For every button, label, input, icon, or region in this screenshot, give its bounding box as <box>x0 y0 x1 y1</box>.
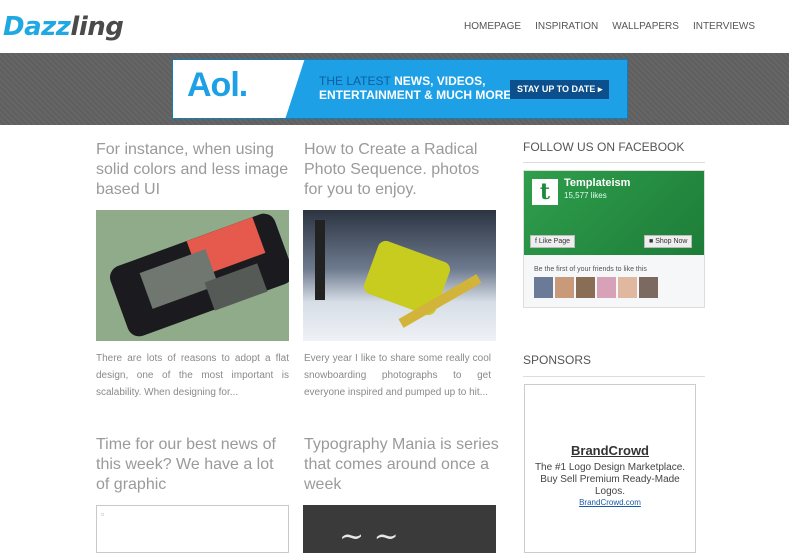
facebook-page-widget[interactable]: t Templateism 15,577 likes f Like Page ■… <box>523 170 705 308</box>
fb-like-label: Like Page <box>538 238 571 245</box>
banner-line1: NEWS, VIDEOS, <box>390 74 486 88</box>
avatar[interactable] <box>618 277 637 298</box>
lift-tower-shape <box>315 220 325 300</box>
avatar[interactable] <box>534 277 553 298</box>
avatar[interactable] <box>576 277 595 298</box>
nav-inspiration[interactable]: INSPIRATION <box>535 21 598 32</box>
nav-interviews[interactable]: INTERVIEWS <box>693 21 755 32</box>
post-image-4[interactable]: ~ ~ <box>303 505 496 553</box>
sponsor-link[interactable]: BrandCrowd.com <box>525 498 695 507</box>
post-title-1[interactable]: For instance, when using solid colors an… <box>96 140 291 200</box>
typography-art: ~ ~ <box>339 519 399 553</box>
fb-page-name[interactable]: Templateism <box>564 177 630 189</box>
fb-like-button[interactable]: f Like Page <box>530 235 576 248</box>
post-excerpt-2: Every year I like to share some really c… <box>304 353 491 398</box>
sponsor-description: The #1 Logo Design Marketplace. Buy Sell… <box>534 462 686 497</box>
avatar[interactable] <box>597 277 616 298</box>
nav-wallpapers[interactable]: WALLPAPERS <box>612 21 679 32</box>
fb-friend-avatars <box>534 277 658 298</box>
logo-part-1: Dazz <box>3 12 71 42</box>
facebook-widget-title: FOLLOW US ON FACEBOOK <box>523 140 685 154</box>
site-header: Dazzling HOMEPAGE INSPIRATION WALLPAPERS… <box>0 0 789 53</box>
site-logo[interactable]: Dazzling <box>3 12 124 42</box>
nav-homepage[interactable]: HOMEPAGE <box>464 21 521 32</box>
post-image-3[interactable]: ▫ <box>96 505 289 553</box>
banner-cta-button[interactable]: STAY UP TO DATE ▸ <box>510 80 610 99</box>
sponsor-ad[interactable]: BrandCrowd The #1 Logo Design Marketplac… <box>524 384 696 553</box>
fb-shop-label: Shop Now <box>655 238 688 245</box>
fb-like-count: 15,577 likes <box>564 191 607 200</box>
post-excerpt-1: There are lots of reasons to adopt a fla… <box>96 353 289 398</box>
ad-band: Aol. THE LATEST NEWS, VIDEOS, ENTERTAINM… <box>0 53 789 125</box>
broken-image-icon: ▫ <box>101 509 105 519</box>
divider <box>523 376 705 377</box>
fb-shop-button[interactable]: ■ Shop Now <box>644 235 693 248</box>
avatar[interactable] <box>555 277 574 298</box>
logo-part-2: ling <box>70 12 124 42</box>
avatar[interactable] <box>639 277 658 298</box>
fb-cover-image: t Templateism 15,577 likes f Like Page ■… <box>524 171 704 255</box>
aol-logo: Aol. <box>187 66 248 104</box>
banner-lead: THE LATEST <box>319 74 391 88</box>
fb-friends-text: Be the first of your friends to like thi… <box>534 266 647 273</box>
templateism-logo-icon: t <box>532 179 558 205</box>
sponsor-name[interactable]: BrandCrowd <box>525 443 695 458</box>
post-image-1[interactable] <box>96 210 289 341</box>
post-title-2[interactable]: How to Create a Radical Photo Sequence. … <box>304 140 499 200</box>
divider <box>523 162 705 163</box>
banner-headline: THE LATEST NEWS, VIDEOS, ENTERTAINMENT &… <box>319 74 511 102</box>
post-image-2[interactable] <box>303 210 496 341</box>
banner-line2: ENTERTAINMENT & MUCH MORE <box>319 88 512 102</box>
main-nav: HOMEPAGE INSPIRATION WALLPAPERS INTERVIE… <box>464 21 755 32</box>
sponsors-widget-title: SPONSORS <box>523 353 592 367</box>
aol-banner-ad[interactable]: Aol. THE LATEST NEWS, VIDEOS, ENTERTAINM… <box>172 59 628 119</box>
post-title-3[interactable]: Time for our best news of this week? We … <box>96 435 291 495</box>
post-title-4[interactable]: Typography Mania is series that comes ar… <box>304 435 499 495</box>
